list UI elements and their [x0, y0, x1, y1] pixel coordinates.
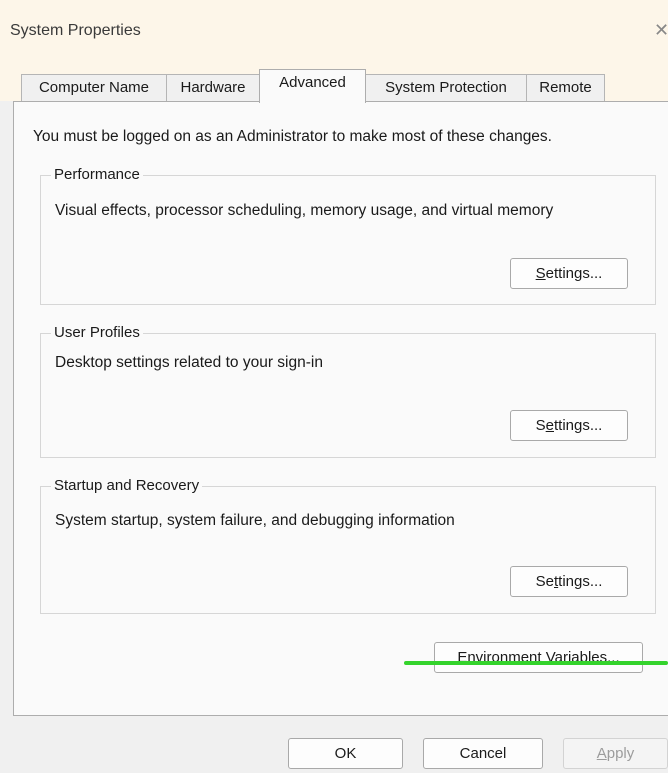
dialog-footer: OK Cancel Apply	[0, 716, 668, 773]
tab-system-protection[interactable]: System Protection	[365, 74, 527, 101]
performance-description: Visual effects, processor scheduling, me…	[55, 202, 554, 219]
tab-remote[interactable]: Remote	[526, 74, 605, 101]
cancel-button[interactable]: Cancel	[423, 738, 543, 769]
user-profiles-group-title: User Profiles	[51, 324, 143, 341]
highlight-underline	[404, 661, 668, 665]
environment-variables-button[interactable]: Environment Variables...	[434, 642, 643, 673]
ok-button[interactable]: OK	[288, 738, 403, 769]
startup-recovery-description: System startup, system failure, and debu…	[55, 512, 455, 529]
title-bar: System Properties ✕	[0, 0, 668, 66]
performance-settings-button[interactable]: Settings...	[510, 258, 628, 289]
performance-group: Performance Visual effects, processor sc…	[40, 166, 656, 305]
tab-hardware[interactable]: Hardware	[166, 74, 260, 101]
startup-recovery-settings-button[interactable]: Settings...	[510, 566, 628, 597]
user-profiles-settings-button[interactable]: Settings...	[510, 410, 628, 441]
user-profiles-group: User Profiles Desktop settings related t…	[40, 324, 656, 458]
system-properties-window: System Properties ✕ Computer Name Hardwa…	[0, 0, 668, 773]
apply-button[interactable]: Apply	[563, 738, 668, 769]
startup-recovery-group: Startup and Recovery System startup, sys…	[40, 477, 656, 614]
startup-recovery-group-title: Startup and Recovery	[51, 477, 203, 494]
tab-advanced[interactable]: Advanced	[259, 69, 366, 103]
admin-notice: You must be logged on as an Administrato…	[33, 128, 552, 145]
close-icon[interactable]: ✕	[654, 20, 668, 41]
tab-computer-name[interactable]: Computer Name	[21, 74, 167, 101]
performance-group-title: Performance	[51, 166, 143, 183]
window-title: System Properties	[10, 22, 141, 39]
user-profiles-description: Desktop settings related to your sign-in	[55, 354, 323, 371]
